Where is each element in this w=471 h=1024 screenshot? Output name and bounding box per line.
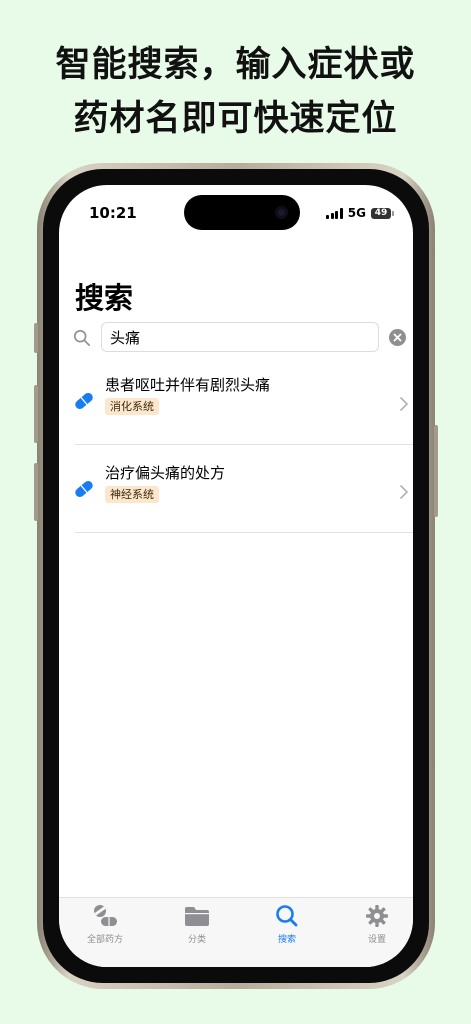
category-tag: 神经系统 [105, 486, 159, 503]
row-divider [75, 532, 413, 533]
result-title: 治疗偏头痛的处方 [105, 464, 226, 482]
chevron-right-icon [400, 485, 408, 499]
phone-bezel: 10:21 5G 49 搜索 头痛 患者呕吐并伴有剧烈头痛 消化系统 治疗偏头痛… [43, 169, 429, 983]
network-type: 5G [347, 206, 366, 220]
result-row[interactable]: 患者呕吐并伴有剧烈头痛 消化系统 [59, 366, 413, 452]
dynamic-island [184, 195, 300, 230]
tab-search[interactable]: 搜索 [251, 904, 323, 950]
battery-level: 49 [374, 208, 388, 218]
status-indicators: 5G 49 [326, 206, 394, 220]
clear-search-button[interactable] [389, 329, 406, 346]
tab-all-prescriptions[interactable]: 全部药方 [69, 904, 141, 950]
tab-label: 设置 [367, 935, 386, 945]
chevron-right-icon [400, 397, 408, 411]
status-time: 10:21 [89, 204, 137, 222]
volume-down-button [34, 463, 38, 521]
tab-categories[interactable]: 分类 [161, 904, 233, 950]
camera-icon [275, 206, 288, 219]
search-input[interactable] [101, 322, 379, 352]
phone-frame: 10:21 5G 49 搜索 头痛 患者呕吐并伴有剧烈头痛 消化系统 治疗偏头痛… [34, 163, 438, 989]
close-icon [393, 333, 402, 342]
battery-icon: 49 [371, 207, 394, 219]
tab-bar: 全部药方 分类 搜索 设置 [59, 897, 413, 967]
search-icon [73, 329, 91, 347]
phone-screen: 10:21 5G 49 搜索 头痛 患者呕吐并伴有剧烈头痛 消化系统 治疗偏头痛… [59, 185, 413, 967]
tab-label: 搜索 [277, 935, 296, 945]
category-tag: 消化系统 [105, 398, 159, 415]
tab-settings[interactable]: 设置 [341, 904, 413, 950]
result-row[interactable]: 治疗偏头痛的处方 神经系统 [59, 454, 413, 540]
search-bar [73, 322, 409, 354]
mute-switch [34, 323, 38, 353]
tab-label: 全部药方 [86, 935, 123, 945]
promo-headline: 智能搜索，输入症状或 药材名即可快速定位 [0, 38, 471, 146]
headline-line-1: 智能搜索，输入症状或 [55, 45, 416, 85]
volume-up-button [34, 385, 38, 443]
gear-icon [366, 905, 388, 927]
page-title: 搜索 [75, 281, 134, 315]
tab-label: 分类 [187, 935, 206, 945]
pill-icon [75, 392, 93, 410]
folder-icon [185, 907, 209, 926]
row-divider [75, 444, 413, 445]
result-title: 患者呕吐并伴有剧烈头痛 [105, 376, 271, 394]
power-button [434, 425, 438, 517]
cellular-signal-icon [326, 207, 343, 219]
pill-icon [75, 480, 93, 498]
pills-icon [94, 905, 117, 926]
headline-line-2: 药材名即可快速定位 [73, 99, 398, 139]
search-icon [276, 905, 298, 927]
